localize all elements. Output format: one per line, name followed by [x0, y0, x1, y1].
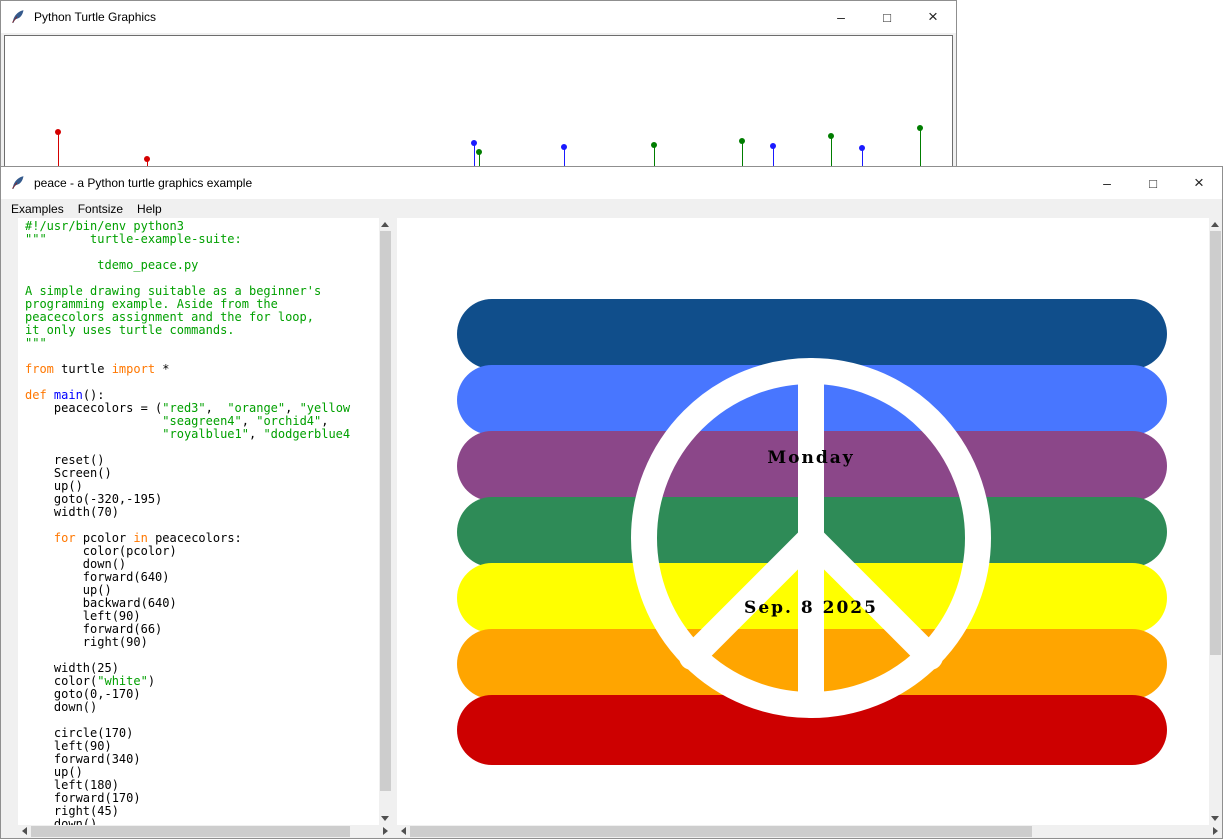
weekday-label: Monday: [767, 448, 854, 468]
code-horizontal-scrollbar[interactable]: [18, 825, 392, 838]
peace-symbol: Monday Sep. 8 2025: [397, 218, 1209, 825]
maximize-button[interactable]: □: [864, 1, 910, 33]
date-label: Sep. 8 2025: [744, 598, 878, 618]
code-vertical-scrollbar[interactable]: [379, 218, 392, 825]
maximize-button[interactable]: □: [1130, 167, 1176, 199]
code-line: """ turtle-example-suite:: [25, 233, 379, 246]
bottom-scroll-row: [1, 825, 1222, 838]
code-line: width(70): [25, 506, 379, 519]
scroll-right-icon[interactable]: [383, 827, 388, 835]
scroll-up-icon[interactable]: [1211, 222, 1219, 227]
window-title: peace - a Python turtle graphics example: [34, 176, 252, 190]
code-line: """: [25, 337, 379, 350]
canvas-horizontal-scrollbar[interactable]: [397, 825, 1222, 838]
scroll-thumb[interactable]: [1210, 231, 1221, 655]
menu-item-help[interactable]: Help: [130, 201, 169, 217]
window-title: Python Turtle Graphics: [34, 10, 156, 24]
scroll-up-icon[interactable]: [381, 222, 389, 227]
window-content: #!/usr/bin/env python3""" turtle-example…: [1, 218, 1222, 825]
tk-feather-icon: [10, 175, 26, 191]
minimize-button[interactable]: –: [1084, 167, 1130, 199]
menu-bar: ExamplesFontsizeHelp: [1, 199, 1222, 218]
title-bar[interactable]: peace - a Python turtle graphics example…: [1, 167, 1222, 199]
scroll-left-icon[interactable]: [401, 827, 406, 835]
minimize-button[interactable]: –: [818, 1, 864, 33]
tk-feather-icon: [10, 9, 26, 25]
peace-window: peace - a Python turtle graphics example…: [0, 166, 1223, 839]
canvas-vertical-scrollbar[interactable]: [1209, 218, 1222, 825]
close-button[interactable]: ×: [910, 1, 956, 33]
code-line: tdemo_peace.py: [25, 259, 379, 272]
title-bar[interactable]: Python Turtle Graphics – □ ×: [1, 1, 956, 33]
menu-item-fontsize[interactable]: Fontsize: [71, 201, 130, 217]
scroll-thumb[interactable]: [410, 826, 1032, 837]
scroll-thumb[interactable]: [31, 826, 350, 837]
code-line: from turtle import *: [25, 363, 379, 376]
code-line: down(): [25, 701, 379, 714]
peace-canvas[interactable]: Monday Sep. 8 2025: [397, 218, 1209, 825]
code-editor[interactable]: #!/usr/bin/env python3""" turtle-example…: [18, 218, 379, 825]
scroll-down-icon[interactable]: [1211, 816, 1219, 821]
menu-item-examples[interactable]: Examples: [4, 201, 71, 217]
code-line: down(): [25, 818, 379, 825]
close-button[interactable]: ×: [1176, 167, 1222, 199]
code-line: it only uses turtle commands.: [25, 324, 379, 337]
scroll-thumb[interactable]: [380, 231, 391, 791]
code-line: right(90): [25, 636, 379, 649]
scroll-left-icon[interactable]: [22, 827, 27, 835]
scroll-right-icon[interactable]: [1213, 827, 1218, 835]
code-line: "royalblue1", "dodgerblue4: [25, 428, 379, 441]
scroll-down-icon[interactable]: [381, 816, 389, 821]
